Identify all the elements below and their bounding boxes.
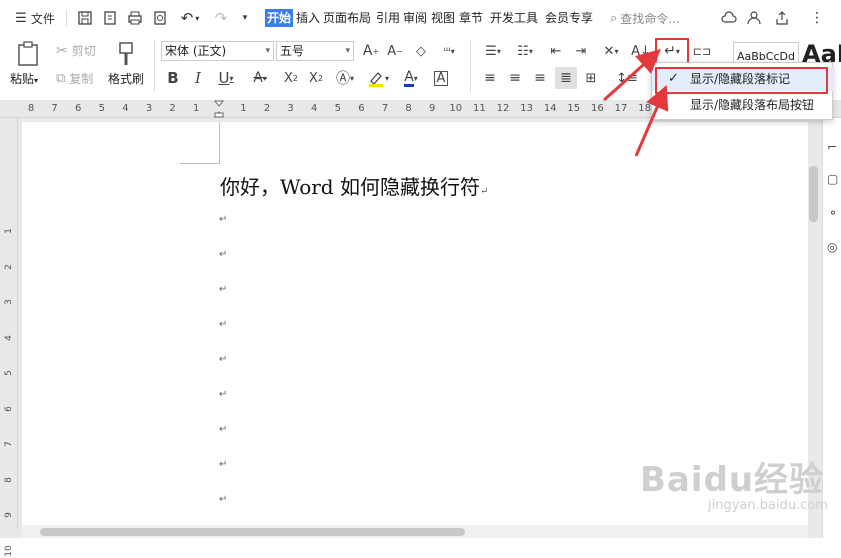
baidu-watermark-logo: Baidu经验 — [640, 460, 825, 500]
arrow-to-menu-item — [634, 84, 669, 157]
arrow-to-button — [602, 48, 661, 102]
vruler-number: 10 — [4, 544, 14, 557]
baidu-watermark-url: jingyan.baidu.com — [708, 498, 828, 513]
